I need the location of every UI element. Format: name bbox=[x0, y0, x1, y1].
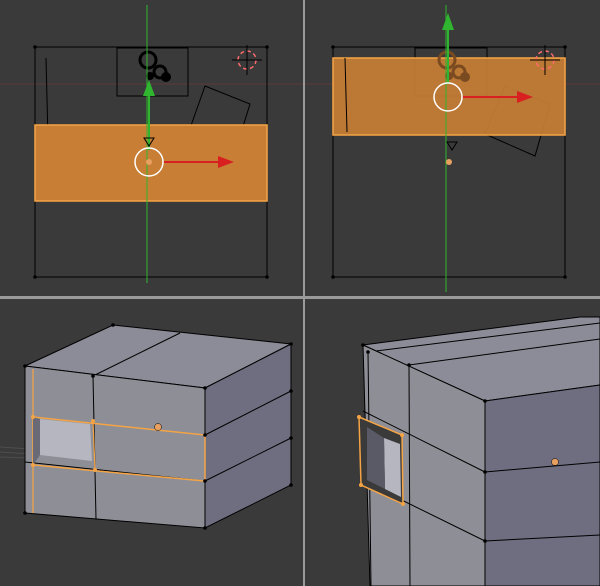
viewport-top-left[interactable] bbox=[0, 0, 303, 296]
viewport-bottom-right[interactable] bbox=[305, 299, 600, 586]
origin-dot bbox=[154, 423, 162, 431]
viewport-top-right-canvas[interactable] bbox=[305, 0, 600, 296]
viewport-separator-vertical[interactable] bbox=[303, 0, 305, 586]
viewport-bottom-left-canvas[interactable] bbox=[0, 299, 303, 586]
origin-dot bbox=[446, 159, 452, 165]
quad-view-editor bbox=[0, 0, 600, 586]
viewport-bottom-right-canvas[interactable] bbox=[305, 299, 600, 586]
inner-face bbox=[40, 419, 92, 461]
cube-side-face[interactable] bbox=[484, 384, 600, 586]
viewport-separator-horizontal[interactable] bbox=[0, 296, 600, 299]
origin-dot bbox=[551, 458, 559, 466]
viewport-bottom-left[interactable] bbox=[0, 299, 303, 586]
inner-face bbox=[384, 438, 401, 497]
viewport-background bbox=[305, 0, 600, 296]
origin-dot bbox=[146, 159, 152, 165]
viewport-top-left-canvas[interactable] bbox=[0, 0, 303, 296]
viewport-top-right[interactable] bbox=[305, 0, 600, 296]
